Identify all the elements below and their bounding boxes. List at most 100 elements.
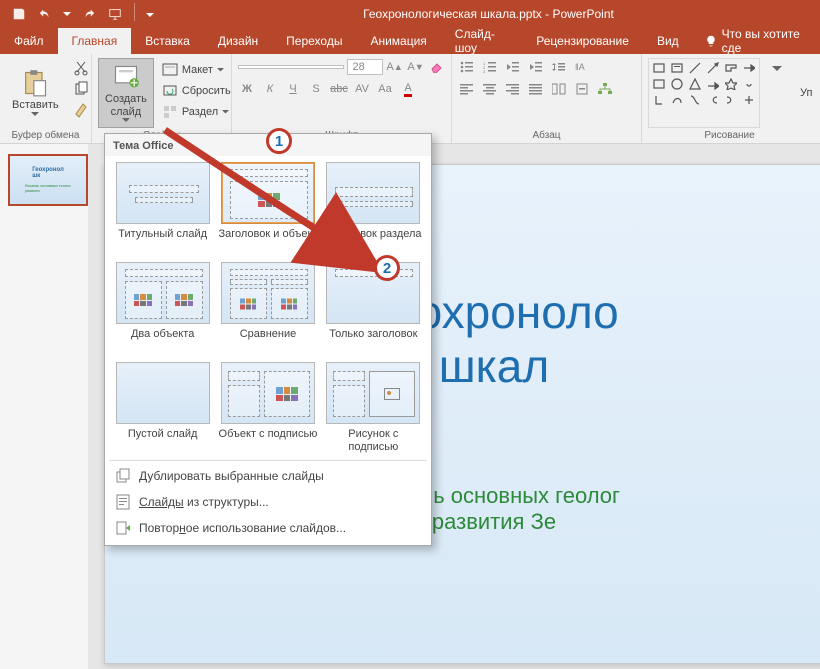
layout-title-slide[interactable]: Титульный слайд [113,162,212,254]
arrange-button[interactable]: Уп [794,58,818,128]
thumb-title2: шк [32,173,40,179]
tell-me-search[interactable]: Что вы хотите сде [693,28,820,54]
tab-insert[interactable]: Вставка [131,28,204,54]
group-drawing-label: Рисование [648,128,811,141]
cmd-duplicate-slides[interactable]: Дублировать выбранные слайды [105,463,431,489]
align-left-button[interactable] [458,80,476,98]
undo-icon [38,7,52,21]
font-size-combo[interactable]: 28 [347,59,382,75]
new-slide-icon [112,63,140,91]
section-button[interactable]: Раздел [158,102,235,122]
chevron-down-icon [31,112,39,117]
layout-gallery: Титульный слайд Заголовок и объект Загол… [105,156,431,458]
align-right-icon [506,83,520,95]
tab-slideshow[interactable]: Слайд-шоу [441,28,522,54]
duplicate-icon [115,468,131,484]
tab-home[interactable]: Главная [58,28,132,54]
valign-icon [575,83,589,95]
layout-label: Только заголовок [329,328,417,354]
cmd-reuse-slides[interactable]: Повторное использование слайдов... [105,515,431,541]
reset-icon [162,83,178,99]
save-icon [12,7,26,21]
justify-button[interactable] [527,80,545,98]
text-direction-button[interactable]: ‖A [573,58,591,76]
line-spacing-button[interactable] [550,58,568,76]
layout-label: Титульный слайд [118,228,207,254]
chevron-down-icon [772,62,782,72]
start-show-button[interactable] [104,3,126,25]
layout-title-content[interactable]: Заголовок и объект [218,162,317,254]
slide-thumbnails-pane[interactable]: 1 Геохронолшк Восемь основных геологразв… [0,144,88,669]
new-slide-button[interactable]: Создать слайд [98,58,154,128]
chevron-down-icon [122,118,130,123]
align-center-button[interactable] [481,80,499,98]
qat-customize[interactable] [143,3,157,25]
clear-format-button[interactable] [428,58,445,76]
flyout-separator [109,460,427,461]
italic-button[interactable]: К [261,80,279,98]
layout-blank[interactable]: Пустой слайд [113,362,212,454]
window-title: Геохронологическая шкала.pptx - PowerPoi… [157,7,820,21]
svg-text:‖A: ‖A [575,62,585,72]
decrease-font-button[interactable]: A▼ [407,58,425,76]
ribbon-tabs: Файл Главная Вставка Дизайн Переходы Ани… [0,28,820,54]
bold-button[interactable]: Ж [238,80,256,98]
shapes-gallery[interactable] [648,58,760,128]
underline-button[interactable]: Ч [284,80,302,98]
layout-two-content[interactable]: Два объекта [113,262,212,354]
undo-dropdown[interactable] [60,3,74,25]
shadow-button[interactable]: S [307,80,325,98]
flyout-heading: Тема Office [105,134,431,156]
tab-design[interactable]: Дизайн [204,28,272,54]
slide-thumbnail-1[interactable]: Геохронолшк Восемь основных геологразвит… [8,154,88,206]
numbering-icon: 123 [483,61,497,73]
font-color-button[interactable]: A [399,80,417,98]
layout-comparison[interactable]: Сравнение [218,262,317,354]
bullets-button[interactable] [458,58,476,76]
tab-animations[interactable]: Анимация [356,28,440,54]
tab-review[interactable]: Рецензирование [522,28,643,54]
redo-button[interactable] [78,3,100,25]
save-button[interactable] [8,3,30,25]
cmd-label: Повторное использование слайдов... [139,521,346,535]
smartart-button[interactable] [596,80,614,98]
numbering-button[interactable]: 123 [481,58,499,76]
tell-me-label: Что вы хотите сде [722,27,808,55]
brush-icon [73,102,89,118]
layout-label: Заголовок раздела [325,228,421,254]
increase-font-button[interactable]: A▲ [386,58,404,76]
tab-file[interactable]: Файл [0,28,58,54]
outdent-icon [506,61,520,73]
copy-button[interactable] [69,79,93,99]
cmd-slides-from-outline[interactable]: Слайды из структуры... [105,489,431,515]
tab-view[interactable]: Вид [643,28,693,54]
shapes-more-button[interactable] [768,58,786,76]
tab-transitions[interactable]: Переходы [272,28,356,54]
layout-label: Заголовок и объект [218,228,317,254]
font-name-combo[interactable] [238,65,344,69]
case-button[interactable]: Aa [376,80,394,98]
increase-indent-button[interactable] [527,58,545,76]
smartart-icon [598,83,612,95]
align-text-button[interactable] [573,80,591,98]
strike-button[interactable]: abc [330,80,348,98]
layout-section-header[interactable]: Заголовок раздела [324,162,423,254]
layout-button[interactable]: Макет [158,60,235,80]
group-paragraph-label: Абзац [458,128,635,141]
undo-button[interactable] [34,3,56,25]
group-clipboard-label: Буфер обмена [6,128,85,141]
paste-button[interactable]: Вставить [6,58,65,128]
bullets-icon [460,61,474,73]
align-center-icon [483,83,497,95]
format-painter-button[interactable] [69,100,93,120]
align-right-button[interactable] [504,80,522,98]
layout-content-caption[interactable]: Объект с подписью [218,362,317,454]
layout-title-only[interactable]: Только заголовок [324,262,423,354]
columns-button[interactable] [550,80,568,98]
group-drawing: Уп Рисование [642,54,817,143]
layout-picture-caption[interactable]: Рисунок с подписью [324,362,423,454]
spacing-button[interactable]: AV [353,80,371,98]
decrease-indent-button[interactable] [504,58,522,76]
cut-button[interactable] [69,58,93,78]
reset-button[interactable]: Сбросить [158,81,235,101]
